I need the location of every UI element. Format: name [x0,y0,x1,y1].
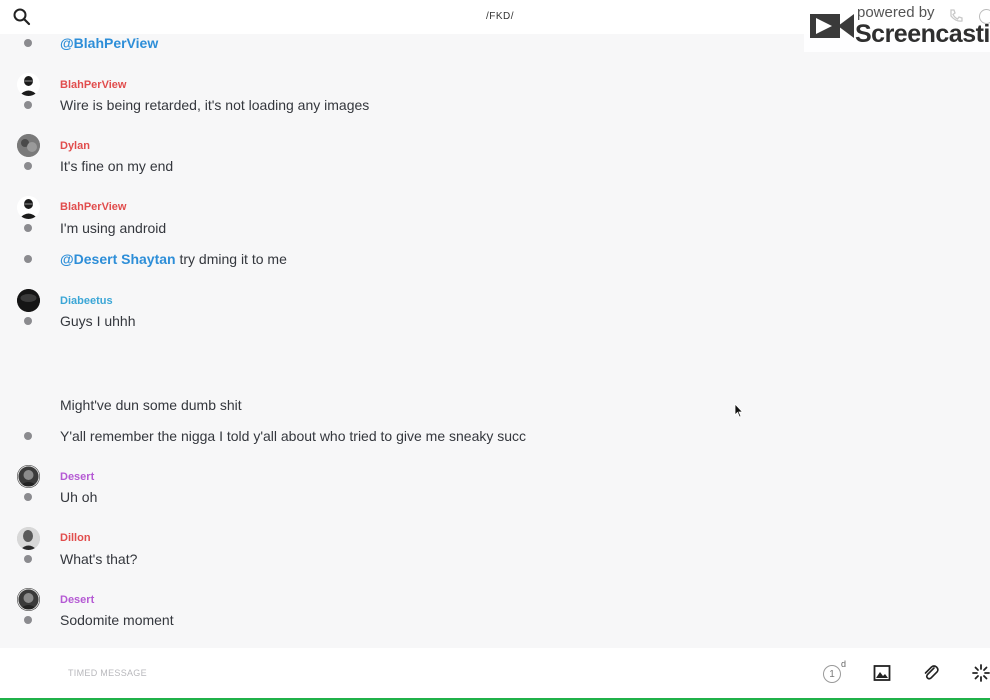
message-body: try dming it to me [175,251,287,267]
message-dot [24,317,32,325]
timer-icon[interactable]: 1 d [823,659,846,685]
message-text: Y'all remember the nigga I told y'all ab… [60,428,527,444]
screencastify-logo [810,14,854,38]
message-text: @BlahPerView [60,35,158,51]
mention-link[interactable]: @BlahPerView [60,35,158,51]
sender-name[interactable]: Diabeetus [60,295,113,307]
paperclip-icon[interactable] [921,663,941,683]
message-dot [24,162,32,170]
avatar-diabeetus[interactable] [17,289,40,312]
avatar-blahperview[interactable] [17,73,40,96]
timed-message-input[interactable]: TIMED MESSAGE [68,668,147,678]
timer-value: 1 [823,665,841,683]
screencastify-watermark: powered by Screencastify [804,0,990,52]
message-text: Might've dun some dumb shit [60,397,242,413]
message-text: Guys I uhhh [60,313,136,329]
watermark-brand: Screencastify [855,20,990,48]
message-dot [24,255,32,263]
watermark-powered-by: powered by [857,4,935,21]
image-icon[interactable] [872,663,892,683]
avatar-desert[interactable] [17,465,40,488]
timer-unit: d [841,659,847,669]
message-list[interactable]: @BlahPerView BlahPerView Wire is being r… [0,0,990,648]
avatar-dylan[interactable] [17,134,40,157]
message-text: Wire is being retarded, it's not loading… [60,97,370,113]
sender-name[interactable]: Dylan [60,140,90,152]
message-text: It's fine on my end [60,158,174,174]
sender-name[interactable]: BlahPerView [60,201,126,213]
message-dot [24,555,32,563]
message-dot [24,224,32,232]
sender-name[interactable]: Desert [60,594,94,606]
avatar-dillon[interactable] [17,527,40,550]
message-dot [24,101,32,109]
avatar-desert[interactable] [17,588,40,611]
sender-name[interactable]: BlahPerView [60,79,126,91]
sender-name[interactable]: Desert [60,471,94,483]
mention-link[interactable]: @Desert Shaytan [60,251,176,267]
message-dot [24,39,32,47]
sender-name[interactable]: Dillon [60,532,91,544]
message-text: Sodomite moment [60,612,174,628]
message-text: What's that? [60,551,138,567]
mouse-cursor-icon [734,404,744,418]
avatar-blahperview[interactable] [17,196,40,219]
message-text: I'm using android [60,220,167,236]
message-dot [24,616,32,624]
message-dot [24,432,32,440]
composer-bar: TIMED MESSAGE 1 d [0,648,990,698]
message-dot [24,493,32,501]
message-text: @Desert Shaytan try dming it to me [60,251,287,267]
ping-icon[interactable] [971,663,990,683]
message-text: Uh oh [60,489,98,505]
